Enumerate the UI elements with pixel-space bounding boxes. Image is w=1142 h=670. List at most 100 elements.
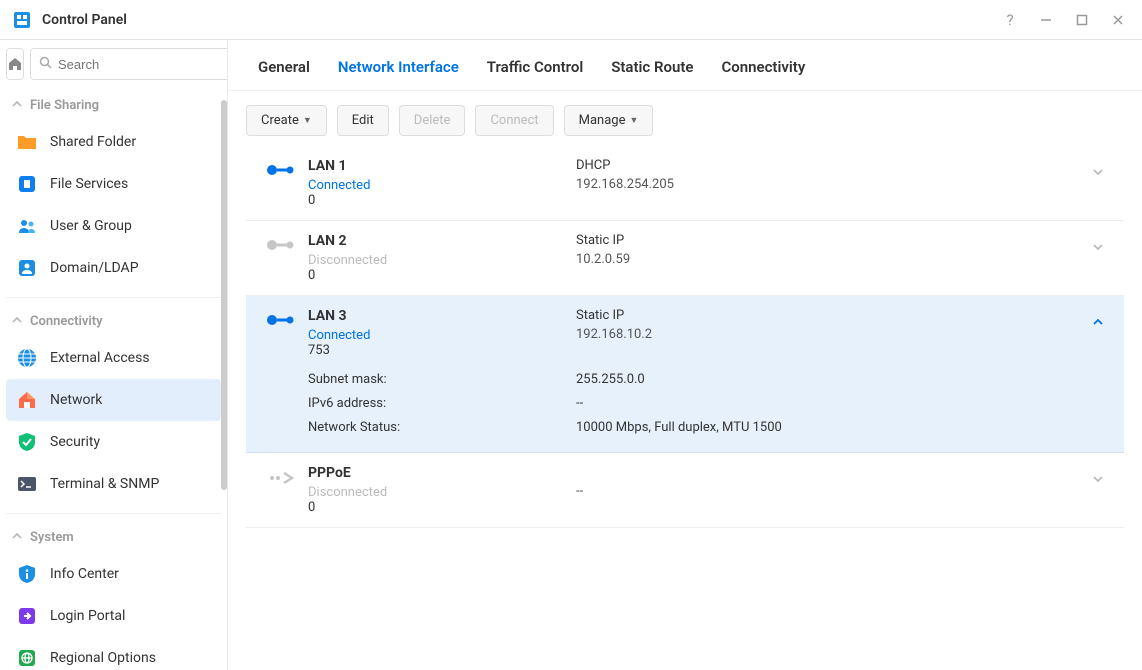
toolbar: Create▼ Edit Delete Connect Manage▼ <box>228 91 1142 146</box>
interface-icon <box>254 465 308 515</box>
interface-name: LAN 1 <box>308 158 576 174</box>
detail-value: -- <box>576 392 1116 416</box>
interface-row-lan-1[interactable]: LAN 1Connected0DHCP192.168.254.205 <box>246 146 1124 221</box>
domain-icon <box>16 257 38 279</box>
sidebar: File Sharing Shared Folder File Services Us… <box>0 40 228 670</box>
tab-general[interactable]: General <box>258 58 310 76</box>
sidebar-item-domain-ldap[interactable]: Domain/LDAP <box>6 247 221 289</box>
nav-label: Regional Options <box>50 650 156 666</box>
sidebar-item-file-services[interactable]: File Services <box>6 163 221 205</box>
delete-button[interactable]: Delete <box>399 105 466 136</box>
detail-label: Network Status: <box>308 416 576 440</box>
chevron-up-icon <box>12 98 22 113</box>
detail-row: Network Status:10000 Mbps, Full duplex, … <box>308 416 1116 440</box>
close-button[interactable] <box>1106 8 1130 32</box>
nav-label: Network <box>50 392 102 408</box>
regional-icon <box>16 647 38 669</box>
section-title: Connectivity <box>30 314 103 329</box>
nav-label: Login Portal <box>50 608 125 624</box>
interface-status: Connected <box>308 178 576 193</box>
sidebar-item-external-access[interactable]: External Access <box>6 337 221 379</box>
chevron-down-icon[interactable] <box>1092 166 1104 182</box>
sidebar-item-network[interactable]: Network <box>6 379 221 421</box>
sidebar-item-login-portal[interactable]: Login Portal <box>6 595 221 637</box>
shield-icon <box>16 431 38 453</box>
interface-name: LAN 2 <box>308 233 576 249</box>
detail-value: 10000 Mbps, Full duplex, MTU 1500 <box>576 416 1116 440</box>
search-icon <box>39 56 52 73</box>
minimize-button[interactable] <box>1034 8 1058 32</box>
detail-row: IPv6 address:-- <box>308 392 1116 416</box>
chevron-down-icon[interactable] <box>1092 473 1104 489</box>
chevron-up-icon <box>12 314 22 329</box>
search-input[interactable] <box>58 57 228 72</box>
sidebar-section-head[interactable]: Connectivity <box>6 306 221 337</box>
interface-status: Connected <box>308 328 576 343</box>
tab-static-route[interactable]: Static Route <box>611 58 693 76</box>
interface-icon <box>254 308 308 358</box>
terminal-icon <box>16 473 38 495</box>
tabs: General Network Interface Traffic Control S… <box>228 40 1142 91</box>
edit-button[interactable]: Edit <box>337 105 389 136</box>
section-title: File Sharing <box>30 98 99 113</box>
interface-type <box>576 465 1080 480</box>
nav-label: File Services <box>50 176 128 192</box>
search-box[interactable] <box>30 48 228 80</box>
chevron-down-icon[interactable] <box>1092 241 1104 257</box>
caret-down-icon: ▼ <box>630 115 639 126</box>
interface-list: LAN 1Connected0DHCP192.168.254.205LAN 2D… <box>228 146 1142 528</box>
interface-row-pppoe[interactable]: PPPoEDisconnected0 -- <box>246 453 1124 528</box>
interface-ip: 192.168.254.205 <box>576 177 1080 192</box>
tab-traffic-control[interactable]: Traffic Control <box>487 58 583 76</box>
interface-ip: 192.168.10.2 <box>576 327 1080 342</box>
network-icon <box>16 389 38 411</box>
detail-label: IPv6 address: <box>308 392 576 416</box>
interface-ip: -- <box>576 484 1080 499</box>
section-title: System <box>30 530 74 545</box>
globe-icon <box>16 347 38 369</box>
sidebar-item-security[interactable]: Security <box>6 421 221 463</box>
tab-connectivity[interactable]: Connectivity <box>721 58 805 76</box>
home-button[interactable] <box>6 48 24 80</box>
detail-row: Subnet mask:255.255.0.0 <box>308 368 1116 392</box>
window-title: Control Panel <box>42 12 127 28</box>
help-button[interactable]: ? <box>998 8 1022 32</box>
login-icon <box>16 605 38 627</box>
info-icon <box>16 563 38 585</box>
interface-status: Disconnected <box>308 485 576 500</box>
connect-button[interactable]: Connect <box>475 105 553 136</box>
nav-label: Terminal & SNMP <box>50 476 159 492</box>
app-icon <box>12 10 32 30</box>
chevron-up-icon <box>12 530 22 545</box>
interface-row-lan-2[interactable]: LAN 2Disconnected0Static IP10.2.0.59 <box>246 221 1124 296</box>
sidebar-scrollbar[interactable] <box>221 100 227 490</box>
interface-ip: 10.2.0.59 <box>576 252 1080 267</box>
interface-name: PPPoE <box>308 465 576 481</box>
manage-button[interactable]: Manage▼ <box>564 105 654 136</box>
chevron-up-icon[interactable] <box>1092 316 1104 332</box>
interface-type: DHCP <box>576 158 1080 173</box>
interface-name: LAN 3 <box>308 308 576 324</box>
interface-icon <box>254 233 308 283</box>
file-services-icon <box>16 173 38 195</box>
create-button[interactable]: Create▼ <box>246 105 327 136</box>
sidebar-item-terminal-snmp[interactable]: Terminal & SNMP <box>6 463 221 505</box>
maximize-button[interactable] <box>1070 8 1094 32</box>
interface-row-lan-3[interactable]: LAN 3Connected753Static IP192.168.10.2Su… <box>246 296 1124 453</box>
nav-label: Info Center <box>50 566 119 582</box>
content-area: General Network Interface Traffic Control S… <box>228 40 1142 670</box>
sidebar-item-info-center[interactable]: Info Center <box>6 553 221 595</box>
sidebar-item-regional-options[interactable]: Regional Options <box>6 637 221 670</box>
nav-label: Domain/LDAP <box>50 260 139 276</box>
interface-type: Static IP <box>576 308 1080 323</box>
tab-network-interface[interactable]: Network Interface <box>338 58 459 76</box>
sidebar-section-head[interactable]: System <box>6 522 221 553</box>
sidebar-item-user-group[interactable]: User & Group <box>6 205 221 247</box>
nav-label: User & Group <box>50 218 132 234</box>
caret-down-icon: ▼ <box>303 115 312 126</box>
users-icon <box>16 215 38 237</box>
folder-icon <box>16 131 38 153</box>
sidebar-item-shared-folder[interactable]: Shared Folder <box>6 121 221 163</box>
sidebar-section-head[interactable]: File Sharing <box>6 90 221 121</box>
nav-label: Shared Folder <box>50 134 136 150</box>
